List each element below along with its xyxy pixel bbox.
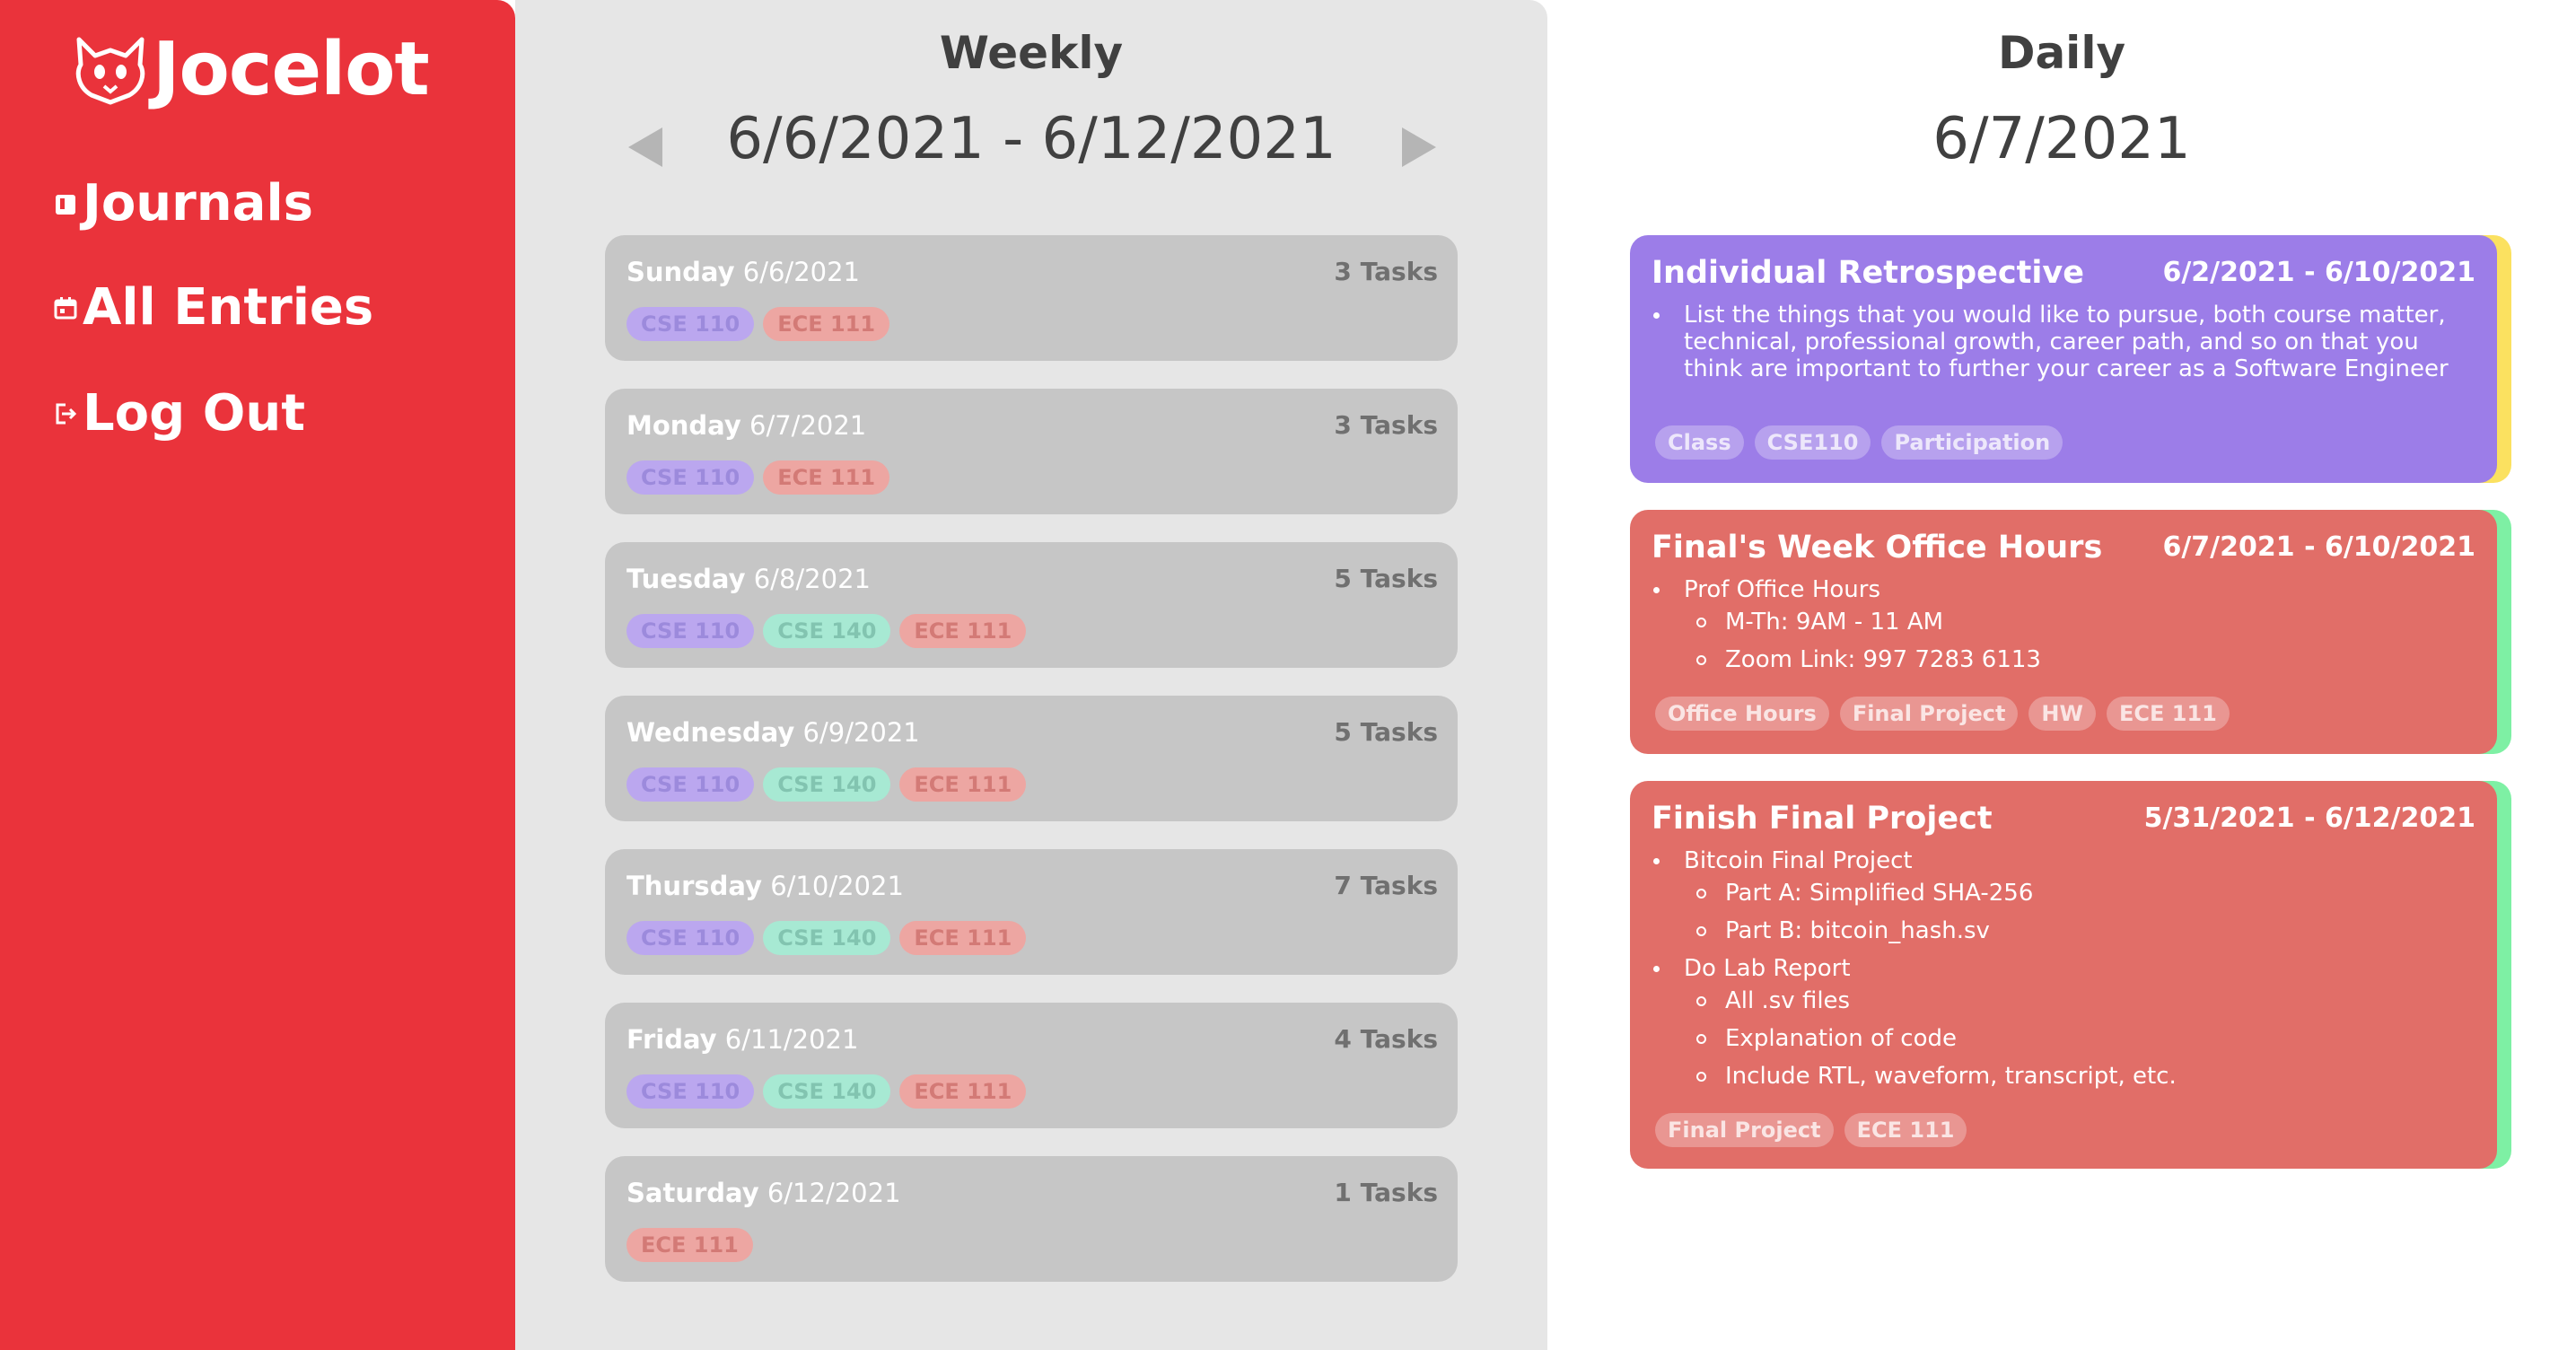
bullet-item: List the things that you would like to p… [1653, 302, 2461, 382]
tag-chip: CSE 110 [626, 614, 755, 648]
tag-chip: ECE 111 [899, 614, 1027, 648]
bullet-item: Do Lab Report [1653, 955, 2461, 982]
day-date: 6/10/2021 [770, 871, 904, 901]
tag-chip: ECE 111 [2106, 697, 2230, 731]
journal-icon [52, 190, 79, 217]
sidebar: Jocelot Journals All Entries Log Out [0, 0, 515, 1350]
tag-chip: CSE 140 [763, 1074, 891, 1109]
bullet-item: Bitcoin Final Project [1653, 847, 2461, 874]
tag-chip: CSE 110 [626, 921, 755, 955]
daily-title: Daily [1997, 27, 2126, 79]
week-range: 6/6/2021 - 6/12/2021 [726, 106, 1336, 172]
day-card-sunday[interactable]: Sunday 6/6/2021 3 Tasks CSE 110 ECE 111 [605, 235, 1458, 361]
sidebar-item-all-entries[interactable]: All Entries [52, 278, 373, 337]
daily-date: 6/7/2021 [1932, 106, 2191, 172]
entry-date-range: 5/31/2021 - 6/12/2021 [2143, 802, 2475, 834]
task-count: 4 Tasks [1334, 1024, 1438, 1054]
entry-card[interactable]: Final's Week Office Hours 6/7/2021 - 6/1… [1630, 510, 2511, 754]
bullet-subitem: Zoom Link: 997 7283 6113 [1696, 646, 2461, 673]
bullet-item: Prof Office Hours [1653, 576, 2461, 603]
tag-chip: Final Project [1655, 1113, 1834, 1147]
day-date: 6/7/2021 [749, 410, 867, 441]
app-name: Jocelot [153, 27, 430, 112]
entry-date-range: 6/2/2021 - 6/10/2021 [2162, 257, 2475, 288]
ocelot-logo-icon [75, 37, 145, 104]
tag-chip: ECE 111 [899, 921, 1027, 955]
weekly-panel: Weekly 6/6/2021 - 6/12/2021 Sunday 6/6/2… [515, 0, 1547, 1350]
day-name: Tuesday [626, 564, 746, 594]
day-date: 6/12/2021 [767, 1178, 901, 1208]
entry-bullets: Prof Office Hours M-Th: 9AM - 11 AM Zoom… [1653, 576, 2461, 673]
tag-chip: CSE 110 [626, 460, 755, 495]
tag-chip: Office Hours [1655, 697, 1829, 731]
bullet-subitem: Include RTL, waveform, transcript, etc. [1696, 1063, 2461, 1090]
day-card-friday[interactable]: Friday 6/11/2021 4 Tasks CSE 110 CSE 140… [605, 1003, 1458, 1128]
tag-chip: Final Project [1839, 697, 2019, 731]
tag-chip: CSE 110 [626, 307, 755, 341]
task-count: 3 Tasks [1334, 257, 1438, 286]
day-date: 6/11/2021 [724, 1024, 859, 1055]
tag-chip: CSE 140 [763, 921, 891, 955]
entry-title: Individual Retrospective [1652, 255, 2084, 291]
task-count: 3 Tasks [1334, 410, 1438, 440]
entry-date-range: 6/7/2021 - 6/10/2021 [2162, 531, 2475, 563]
tag-chip: ECE 111 [763, 307, 890, 341]
tag-chip: CSE 140 [763, 614, 891, 648]
entry-bullets: Bitcoin Final Project Part A: Simplified… [1653, 847, 2461, 1090]
tag-chip: HW [2028, 697, 2096, 731]
entry-card[interactable]: Finish Final Project 5/31/2021 - 6/12/20… [1630, 781, 2511, 1169]
bullet-subitem: Part A: Simplified SHA-256 [1696, 880, 2461, 907]
calendar-icon [52, 294, 79, 321]
bullet-subitem: Part B: bitcoin_hash.sv [1696, 917, 2461, 944]
tag-chip: ECE 111 [763, 460, 890, 495]
day-name: Friday [626, 1024, 717, 1055]
sidebar-item-journals[interactable]: Journals [52, 174, 313, 232]
tag-chip: CSE 110 [626, 1074, 755, 1109]
sidebar-item-label: Journals [83, 174, 313, 232]
entry-title: Finish Final Project [1652, 801, 1993, 837]
bullet-subitem: M-Th: 9AM - 11 AM [1696, 609, 2461, 636]
tag-chip: CSE110 [1754, 425, 1871, 460]
day-date: 6/6/2021 [742, 257, 860, 287]
day-card-tuesday[interactable]: Tuesday 6/8/2021 5 Tasks CSE 110 CSE 140… [605, 542, 1458, 668]
tag-chip: ECE 111 [626, 1228, 753, 1262]
day-name: Wednesday [626, 717, 795, 748]
tag-chip: ECE 111 [1844, 1113, 1967, 1147]
day-name: Thursday [626, 871, 762, 901]
logo[interactable]: Jocelot [70, 27, 430, 112]
day-card-thursday[interactable]: Thursday 6/10/2021 7 Tasks CSE 110 CSE 1… [605, 849, 1458, 975]
tag-chip: ECE 111 [899, 767, 1027, 802]
bullet-subitem: All .sv files [1696, 987, 2461, 1014]
day-card-monday[interactable]: Monday 6/7/2021 3 Tasks CSE 110 ECE 111 [605, 389, 1458, 514]
day-card-saturday[interactable]: Saturday 6/12/2021 1 Tasks ECE 111 [605, 1156, 1458, 1282]
task-count: 1 Tasks [1334, 1178, 1438, 1207]
sidebar-item-label: Log Out [83, 384, 305, 443]
next-week-arrow-icon[interactable] [1402, 127, 1436, 167]
entry-card[interactable]: Individual Retrospective 6/2/2021 - 6/10… [1630, 235, 2511, 483]
task-count: 5 Tasks [1334, 717, 1438, 747]
day-name: Sunday [626, 257, 735, 287]
day-name: Monday [626, 410, 741, 441]
tag-chip: CSE 110 [626, 767, 755, 802]
task-count: 7 Tasks [1334, 871, 1438, 900]
task-count: 5 Tasks [1334, 564, 1438, 593]
tag-chip: CSE 140 [763, 767, 891, 802]
tag-chip: Class [1655, 425, 1744, 460]
day-card-wednesday[interactable]: Wednesday 6/9/2021 5 Tasks CSE 110 CSE 1… [605, 696, 1458, 821]
entry-title: Final's Week Office Hours [1652, 530, 2103, 565]
tag-chip: Participation [1881, 425, 2063, 460]
bullet-subitem: Explanation of code [1696, 1025, 2461, 1052]
weekly-title: Weekly [939, 27, 1124, 79]
day-name: Saturday [626, 1178, 759, 1208]
day-date: 6/8/2021 [753, 564, 871, 594]
day-date: 6/9/2021 [802, 717, 920, 748]
sidebar-item-log-out[interactable]: Log Out [52, 384, 305, 443]
tag-chip: ECE 111 [899, 1074, 1027, 1109]
entry-bullets: List the things that you would like to p… [1653, 302, 2461, 382]
sidebar-item-label: All Entries [83, 278, 374, 337]
logout-icon [52, 400, 79, 427]
daily-panel: Daily 6/7/2021 Individual Retrospective … [1547, 0, 2576, 1350]
